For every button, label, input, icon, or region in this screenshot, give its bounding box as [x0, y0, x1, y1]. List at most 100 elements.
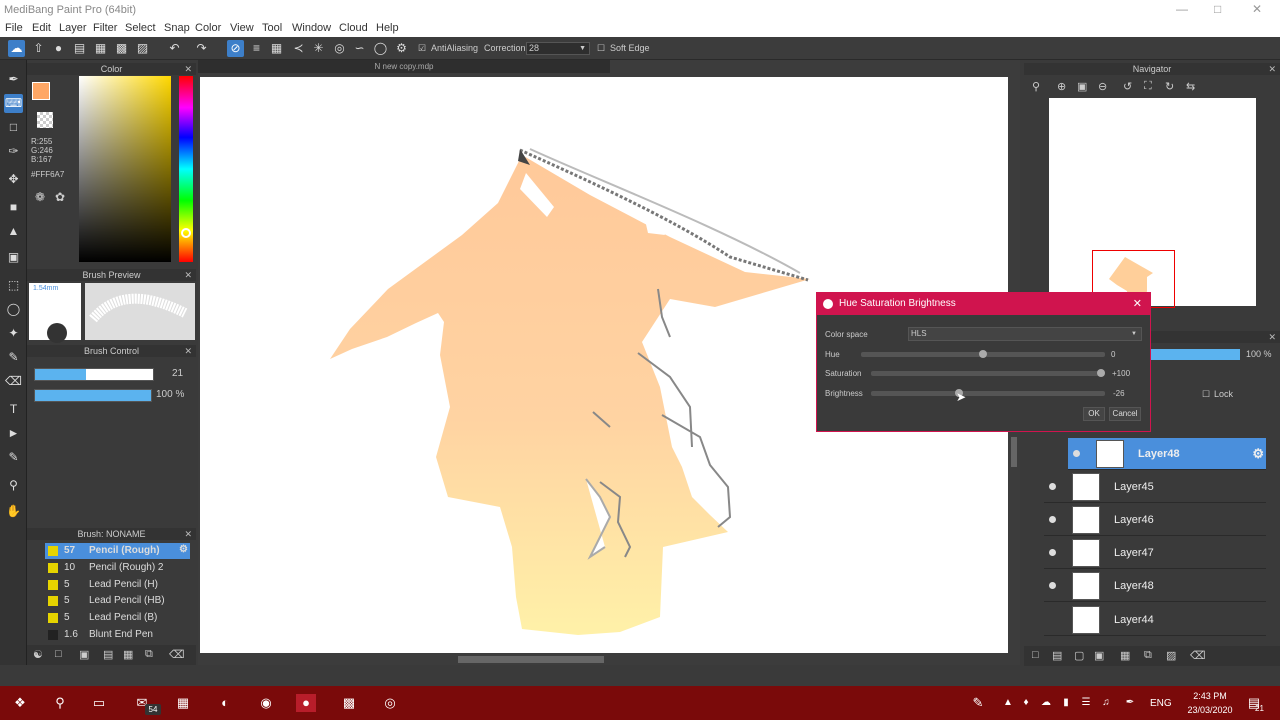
add-material-icon[interactable]: ▣ — [79, 648, 89, 661]
copy-brush-icon[interactable]: ▤ — [103, 648, 113, 661]
bucket-tool-icon[interactable]: ▲ — [4, 222, 23, 241]
eyedropper-tool-icon[interactable]: ⚲ — [4, 476, 23, 495]
menu-color[interactable]: Color — [195, 22, 221, 34]
battery-icon[interactable]: ▮ — [1056, 694, 1076, 712]
menu-tool[interactable]: Tool — [262, 22, 282, 34]
antialiasing-checkbox[interactable]: ☑ — [418, 43, 426, 54]
document-icon[interactable]: ▦ — [92, 40, 109, 57]
menu-file[interactable]: File — [5, 22, 23, 34]
minimize-icon[interactable]: — — [1176, 2, 1188, 16]
color-palette-icon[interactable]: ✿ — [55, 190, 65, 204]
new-brush-icon[interactable]: □ — [55, 648, 62, 660]
panel-close-icon[interactable]: ✕ — [184, 269, 192, 281]
app-icon[interactable]: ◎ — [380, 694, 400, 712]
saturation-slider-knob[interactable] — [1097, 369, 1105, 377]
correction-dropdown[interactable]: 28 ▼ — [526, 42, 590, 55]
medibang-icon[interactable]: ● — [296, 694, 316, 712]
layer-row[interactable]: Layer47 — [1044, 537, 1266, 569]
gear-icon[interactable]: ⚙ — [1252, 446, 1264, 462]
vanishing-snap-icon[interactable]: ≺ — [290, 40, 307, 57]
pen-tool-icon[interactable]: ✑ — [4, 142, 23, 161]
panel-close-icon[interactable]: ✕ — [1268, 63, 1276, 75]
brightness-slider[interactable] — [871, 389, 1105, 397]
fit-icon[interactable]: ▣ — [1077, 80, 1087, 93]
dropbox-icon[interactable]: ♦ — [1016, 694, 1036, 712]
rotate-left-icon[interactable]: ↺ — [1123, 80, 1132, 93]
eye-icon[interactable] — [1073, 450, 1080, 457]
menu-window[interactable]: Window — [292, 22, 331, 34]
monitor-icon[interactable]: ▤ — [71, 40, 88, 57]
fullscreen-icon[interactable]: ⛶ — [1144, 80, 1152, 93]
parallel-snap-icon[interactable]: ≡ — [248, 40, 265, 57]
select-eraser-icon[interactable]: ⌫ — [4, 372, 23, 391]
add-brush-icon[interactable]: ☯ — [33, 648, 43, 661]
transform-icon[interactable]: ▨ — [134, 40, 151, 57]
discord-icon[interactable]: ◉ — [256, 694, 276, 712]
file-explorer-icon[interactable]: ▦ — [173, 694, 193, 712]
eye-icon[interactable] — [1049, 516, 1056, 523]
duplicate-icon[interactable]: ⧉ — [145, 648, 153, 661]
flip-icon[interactable]: ⇆ — [1186, 80, 1195, 93]
redo-icon[interactable]: ↷ — [193, 40, 210, 57]
menu-layer[interactable]: Layer — [59, 22, 87, 34]
background-color-swatch[interactable] — [37, 112, 53, 128]
navigator-preview[interactable] — [1049, 98, 1256, 308]
task-view-icon[interactable]: ▭ — [89, 694, 109, 712]
menu-edit[interactable]: Edit — [32, 22, 51, 34]
saturation-slider[interactable] — [871, 369, 1105, 377]
menu-help[interactable]: Help — [376, 22, 399, 34]
folder-icon[interactable]: ▦ — [123, 648, 133, 661]
grid-icon[interactable]: ▩ — [113, 40, 130, 57]
move-tool-icon[interactable]: ✥ — [4, 170, 23, 189]
divide-tool-icon[interactable]: ✎ — [4, 448, 23, 467]
panel-close-icon[interactable]: ✕ — [184, 63, 192, 75]
curve-snap-icon[interactable]: ∽ — [351, 40, 368, 57]
cloud-icon[interactable]: ☁ — [8, 40, 25, 57]
radial-snap-icon[interactable]: ✳ — [310, 40, 327, 57]
ellipse-snap-icon[interactable]: ◯ — [372, 40, 389, 57]
folder-icon[interactable]: ▦ — [1120, 649, 1130, 662]
layer-row[interactable]: Layer48 ⚙ — [1068, 438, 1266, 470]
menu-view[interactable]: View — [230, 22, 254, 34]
onedrive-icon[interactable]: ☁ — [1036, 694, 1056, 712]
menu-filter[interactable]: Filter — [93, 22, 117, 34]
layer-row[interactable]: Layer45 — [1044, 471, 1266, 503]
document-tab[interactable]: N new copy.mdp — [198, 60, 610, 73]
eye-icon[interactable] — [1049, 549, 1056, 556]
operation-tool-icon[interactable]: ► — [4, 424, 23, 443]
close-icon[interactable]: ✕ — [1133, 293, 1142, 315]
add-layer-menu-icon[interactable]: ▣ — [1094, 649, 1104, 662]
layer-row[interactable]: Layer46 — [1044, 504, 1266, 536]
search-icon[interactable]: ⚲ — [50, 694, 70, 712]
soft-edge-checkbox[interactable]: ☐ — [597, 43, 605, 54]
select-tool-icon[interactable]: ⬚ — [4, 276, 23, 295]
select-pen-icon[interactable]: ✎ — [4, 348, 23, 367]
merge-down-icon[interactable]: ▨ — [1166, 649, 1176, 662]
pen-icon[interactable]: ✒ — [1120, 694, 1140, 712]
lasso-tool-icon[interactable]: ◯ — [4, 300, 23, 319]
dialog-title-bar[interactable]: Hue Saturation Brightness ✕ — [817, 293, 1150, 315]
brush-opacity-slider[interactable] — [34, 389, 152, 402]
windows-start-icon[interactable]: ❖ — [10, 694, 30, 712]
horizontal-scroll-thumb[interactable] — [458, 656, 604, 663]
undo-icon[interactable]: ↶ — [166, 40, 183, 57]
hue-slider-knob[interactable] — [181, 228, 191, 238]
menu-snap[interactable]: Snap — [164, 22, 190, 34]
circle-snap-icon[interactable]: ◎ — [331, 40, 348, 57]
vertical-scroll-thumb[interactable] — [1011, 437, 1017, 467]
horizontal-scrollbar[interactable] — [200, 654, 1008, 664]
brush-item[interactable]: 5 Lead Pencil (B) — [45, 610, 190, 626]
crisscross-snap-icon[interactable]: ▦ — [268, 40, 285, 57]
layer-row[interactable]: Layer48 — [1044, 570, 1266, 602]
hue-slider[interactable] — [861, 350, 1105, 358]
close-window-icon[interactable]: ✕ — [1252, 2, 1262, 16]
menu-select[interactable]: Select — [125, 22, 156, 34]
text-tool-icon[interactable]: T — [4, 400, 23, 419]
hand-tool-icon[interactable]: ✋ — [4, 502, 23, 521]
duplicate-layer-icon[interactable]: ⧉ — [1144, 649, 1152, 662]
menu-cloud[interactable]: Cloud — [339, 22, 368, 34]
brush-size-slider[interactable] — [34, 368, 154, 381]
trash-icon[interactable]: ⌫ — [169, 648, 185, 661]
gear-icon[interactable]: ⚙ — [179, 544, 188, 555]
new-1bit-layer-icon[interactable]: ▢ — [1074, 649, 1084, 662]
